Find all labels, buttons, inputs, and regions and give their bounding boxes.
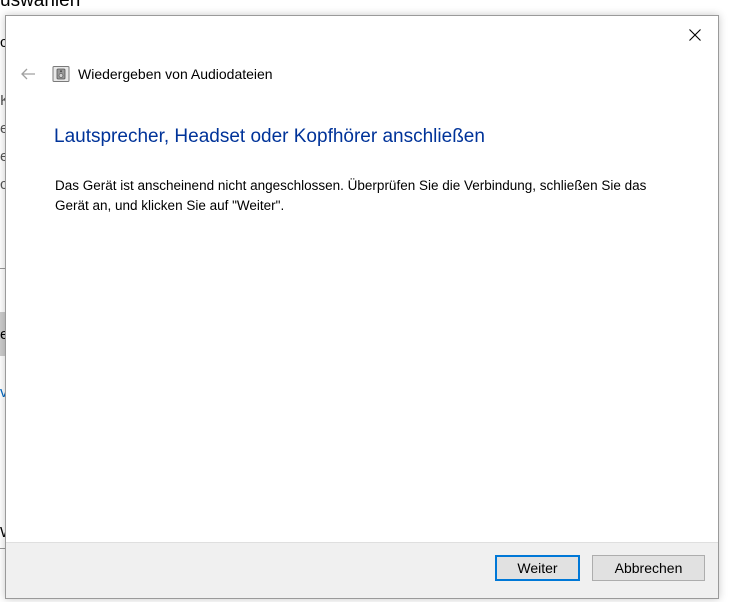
- next-button[interactable]: Weiter: [495, 555, 580, 581]
- cancel-button[interactable]: Abbrechen: [592, 555, 705, 581]
- close-icon: [689, 29, 701, 41]
- wizard-title: Wiedergeben von Audiodateien: [78, 66, 273, 82]
- wizard-header: Wiedergeben von Audiodateien: [52, 64, 273, 84]
- close-button[interactable]: [672, 16, 718, 54]
- back-button[interactable]: [14, 62, 42, 86]
- background-window-title: uswählen: [0, 0, 81, 11]
- speaker-icon: [52, 65, 70, 83]
- dialog-footer: Weiter Abbrechen: [6, 542, 718, 598]
- back-arrow-icon: [21, 68, 35, 80]
- page-heading: Lautsprecher, Headset oder Kopfhörer ans…: [54, 126, 485, 147]
- troubleshooter-dialog: Wiedergeben von Audiodateien Lautspreche…: [5, 15, 719, 599]
- instruction-text: Das Gerät ist anscheinend nicht angeschl…: [55, 178, 647, 213]
